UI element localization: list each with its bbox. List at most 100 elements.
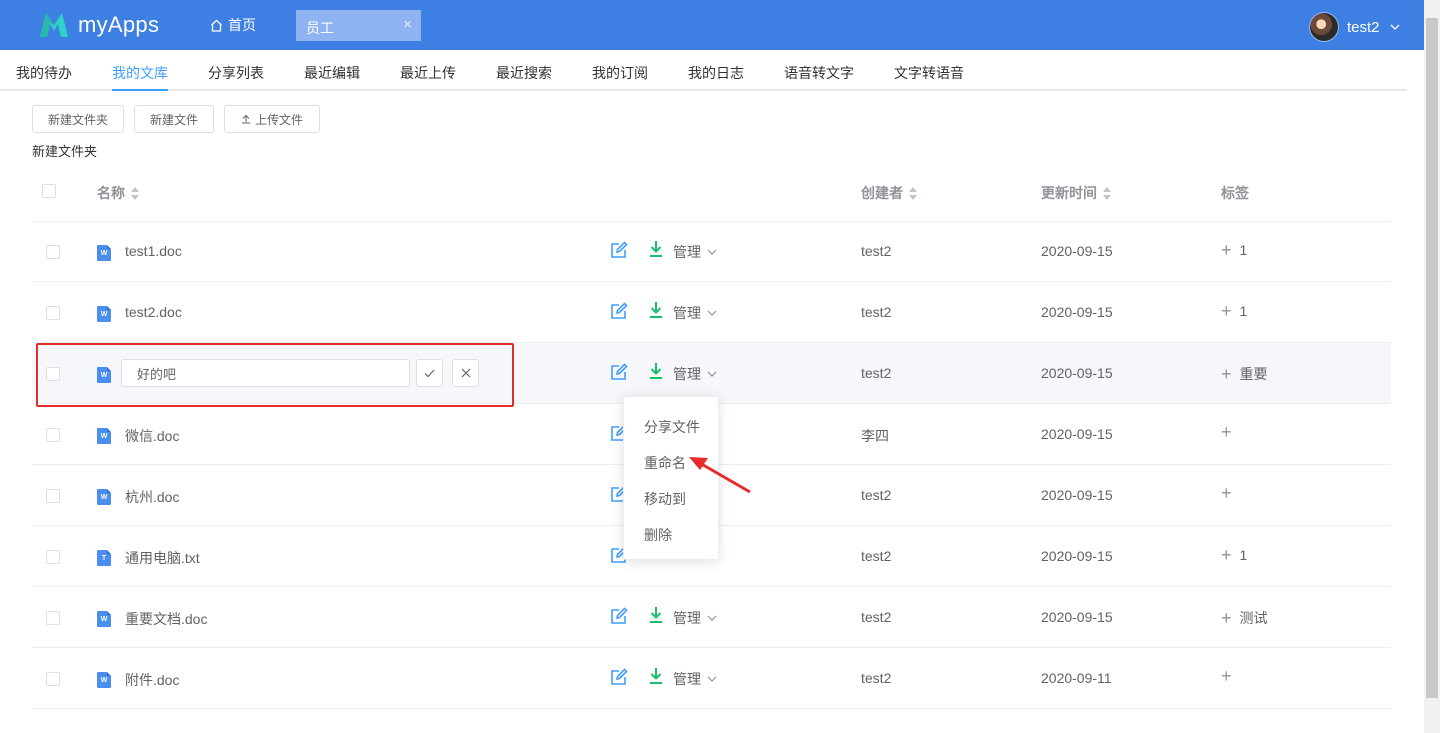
row-checkbox[interactable] [46, 306, 60, 320]
row-checkbox[interactable] [46, 245, 60, 259]
word-file-icon: W [97, 489, 111, 505]
add-tag-icon[interactable]: + [1221, 241, 1232, 259]
scrollbar-thumb[interactable] [1426, 18, 1438, 698]
user-menu[interactable]: test2 [1309, 12, 1400, 42]
tag-cell[interactable]: + [1221, 423, 1240, 441]
table-row[interactable]: W test2.doc 管理 test2 2020-09-15 +1 [32, 282, 1391, 343]
add-tag-icon[interactable]: + [1221, 302, 1232, 320]
creator-cell: test2 [861, 548, 892, 564]
file-name[interactable]: 通用电脑.txt [125, 548, 200, 568]
nav-item-subscriptions[interactable]: 我的订阅 [592, 63, 648, 83]
file-name[interactable]: test2.doc [125, 304, 182, 320]
column-updated-label: 更新时间 [1041, 185, 1097, 201]
download-icon[interactable] [648, 362, 664, 380]
menu-item-delete[interactable]: 删除 [644, 525, 672, 545]
file-name[interactable]: 杭州.doc [125, 487, 179, 507]
annotation-arrow-icon [689, 457, 751, 494]
word-file-icon: W [97, 672, 111, 688]
nav-item-recent-search[interactable]: 最近搜索 [496, 63, 552, 83]
tag-cell[interactable]: +1 [1221, 302, 1247, 320]
edit-icon[interactable] [610, 607, 628, 625]
page-scrollbar[interactable] [1424, 0, 1440, 733]
row-checkbox[interactable] [46, 428, 60, 442]
add-tag-icon[interactable]: + [1221, 484, 1232, 502]
row-checkbox[interactable] [46, 611, 60, 625]
add-tag-icon[interactable]: + [1221, 365, 1232, 383]
tab-home[interactable]: 首页 [210, 15, 256, 35]
row-checkbox[interactable] [46, 550, 60, 564]
table-row[interactable]: W 重要文档.doc 管理 test2 2020-09-15 + 测试 [32, 587, 1391, 648]
table-row[interactable]: W 附件.doc 管理 test2 2020-09-11 + [32, 648, 1391, 709]
nav-item-share-list[interactable]: 分享列表 [208, 63, 264, 83]
edit-icon[interactable] [610, 668, 628, 686]
nav-item-logs[interactable]: 我的日志 [688, 63, 744, 83]
column-creator-header[interactable]: 创建者 [861, 183, 918, 203]
updated-cell: 2020-09-15 [1041, 426, 1113, 442]
file-name[interactable]: 附件.doc [125, 670, 179, 690]
select-all-checkbox[interactable] [42, 184, 56, 198]
download-icon[interactable] [648, 606, 664, 624]
add-tag-icon[interactable]: + [1221, 609, 1232, 627]
updated-cell: 2020-09-15 [1041, 548, 1113, 564]
file-name[interactable]: test1.doc [125, 243, 182, 259]
tag-cell[interactable]: + 重要 [1221, 364, 1268, 384]
tab-staff-label: 员工 [306, 20, 334, 36]
updated-cell: 2020-09-15 [1041, 243, 1113, 259]
manage-dropdown-trigger[interactable]: 管理 [673, 303, 717, 323]
updated-cell: 2020-09-15 [1041, 365, 1113, 381]
tab-close-icon[interactable]: × [403, 16, 412, 33]
manage-label: 管理 [673, 610, 701, 626]
app-logo[interactable]: myApps [38, 9, 159, 41]
chevron-down-icon [707, 310, 717, 316]
chevron-down-icon [1390, 24, 1399, 30]
nav-item-recent-upload[interactable]: 最近上传 [400, 63, 456, 83]
nav-item-text-to-speech[interactable]: 文字转语音 [894, 63, 964, 83]
creator-cell: test2 [861, 304, 892, 320]
edit-icon[interactable] [610, 302, 628, 320]
manage-dropdown-trigger[interactable]: 管理 [673, 669, 717, 689]
menu-item-rename[interactable]: 重命名 [644, 453, 686, 473]
new-folder-button[interactable]: 新建文件夹 [32, 105, 124, 133]
manage-label: 管理 [673, 366, 701, 382]
sort-icon[interactable] [909, 186, 918, 200]
tag-cell[interactable]: +1 [1221, 241, 1247, 259]
file-name[interactable]: 重要文档.doc [125, 609, 207, 629]
menu-item-move-to[interactable]: 移动到 [644, 489, 686, 509]
download-icon[interactable] [648, 667, 664, 685]
manage-dropdown-trigger[interactable]: 管理 [673, 364, 717, 384]
manage-dropdown-trigger[interactable]: 管理 [673, 608, 717, 628]
download-icon[interactable] [648, 240, 664, 258]
row-checkbox[interactable] [46, 672, 60, 686]
nav-item-speech-to-text[interactable]: 语音转文字 [784, 63, 854, 83]
column-tags-header: 标签 [1221, 183, 1249, 203]
table-row[interactable]: W test1.doc 管理 test2 2020-09-15 +1 [32, 221, 1391, 282]
edit-icon[interactable] [610, 363, 628, 381]
column-updated-header[interactable]: 更新时间 [1041, 183, 1112, 203]
file-name[interactable]: 微信.doc [125, 426, 179, 446]
nav-item-my-library[interactable]: 我的文库 [112, 63, 168, 83]
upload-icon [241, 114, 250, 124]
add-tag-icon[interactable]: + [1221, 667, 1232, 685]
manage-label: 管理 [673, 244, 701, 260]
rename-highlight-box [36, 343, 514, 407]
menu-item-share-file[interactable]: 分享文件 [644, 417, 700, 437]
tag-cell[interactable]: + 测试 [1221, 608, 1268, 628]
sort-icon[interactable] [1103, 186, 1112, 200]
nav-item-todo[interactable]: 我的待办 [16, 63, 72, 83]
add-tag-icon[interactable]: + [1221, 423, 1232, 441]
tag-cell[interactable]: + [1221, 667, 1240, 685]
tag-cell[interactable]: + [1221, 484, 1240, 502]
column-name-header[interactable]: 名称 [97, 183, 140, 203]
new-file-button[interactable]: 新建文件 [134, 105, 214, 133]
tag-cell[interactable]: +1 [1221, 546, 1248, 564]
edit-icon[interactable] [610, 241, 628, 259]
nav-item-recent-edit[interactable]: 最近编辑 [304, 63, 360, 83]
manage-dropdown-trigger[interactable]: 管理 [673, 242, 717, 262]
add-tag-icon[interactable]: + [1221, 546, 1232, 564]
tab-staff[interactable]: 员工 × [296, 10, 421, 41]
download-icon[interactable] [648, 301, 664, 319]
tag-label: 1 [1239, 547, 1248, 563]
upload-file-button[interactable]: 上传文件 [224, 105, 320, 133]
row-checkbox[interactable] [46, 489, 60, 503]
sort-icon[interactable] [131, 186, 140, 200]
